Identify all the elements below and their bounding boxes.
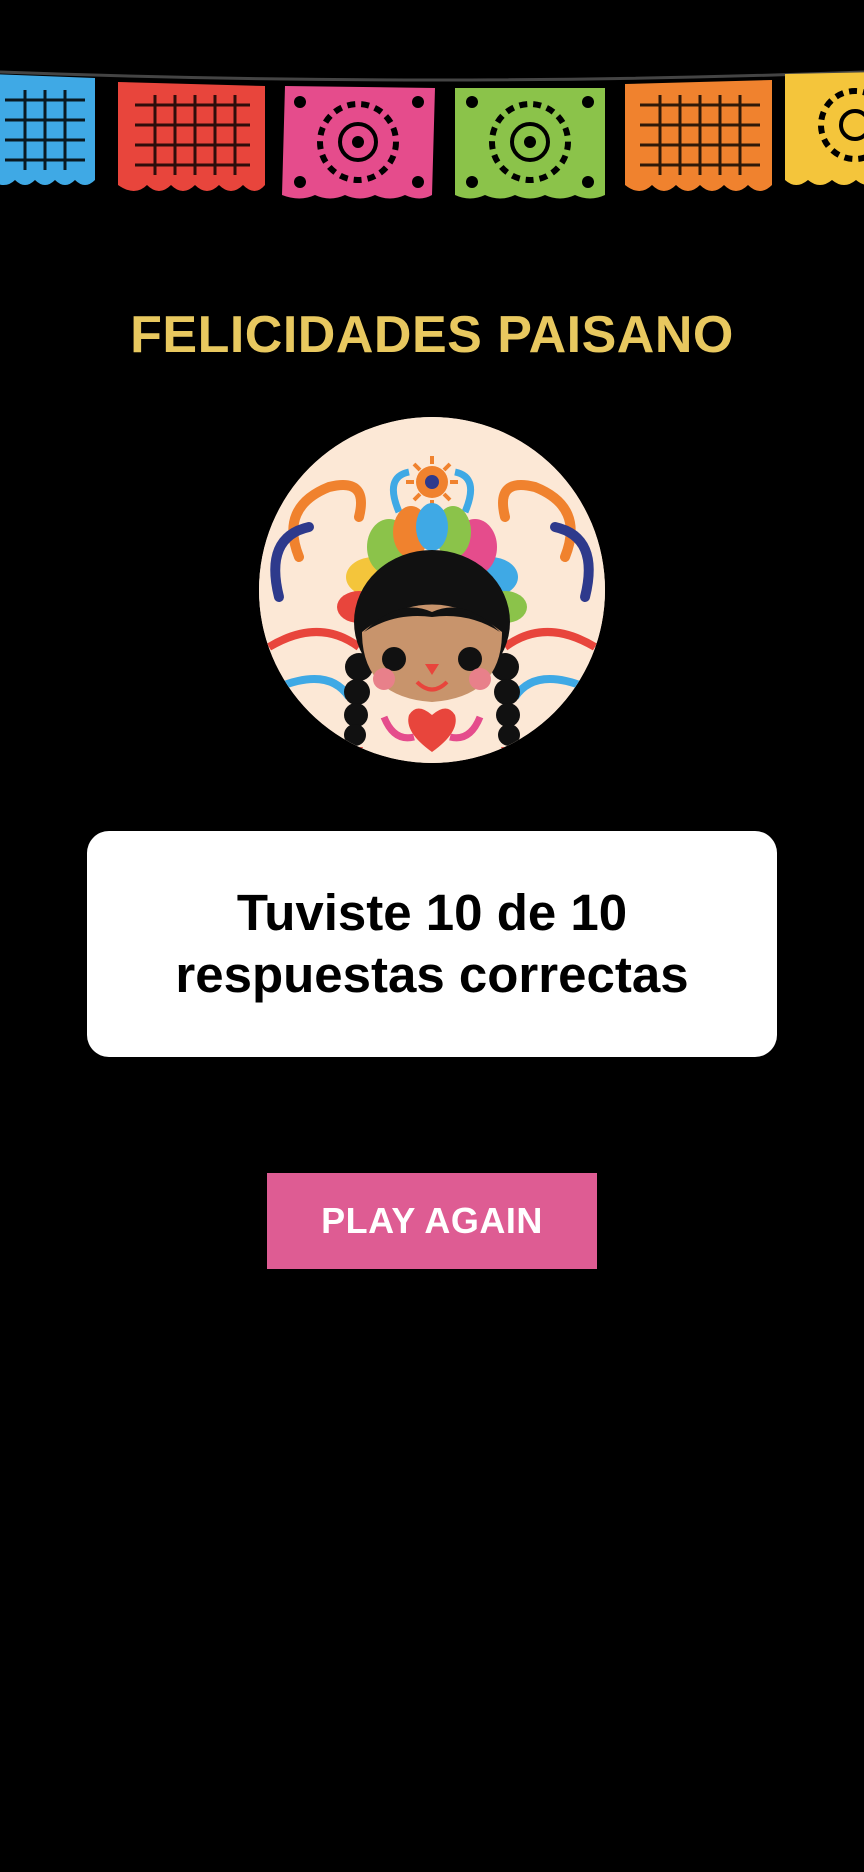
play-again-button[interactable]: PLAY AGAIN: [267, 1173, 597, 1269]
result-text: Tuviste 10 de 10 respuestas correctas: [175, 884, 689, 1003]
papel-picado-flag-green: [455, 88, 605, 199]
papel-picado-flag-red: [118, 82, 265, 191]
papel-picado-banner: [0, 60, 864, 210]
papel-picado-flag-orange: [625, 80, 772, 191]
papel-picado-flag-pink: [282, 86, 435, 199]
papel-picado-flag-yellow: [785, 72, 864, 185]
page-title: FELICIDADES PAISANO: [130, 306, 734, 364]
result-card: Tuviste 10 de 10 respuestas correctas: [87, 831, 777, 1057]
maria-doll-illustration: [259, 417, 605, 763]
papel-picado-flag-blue: [0, 74, 95, 185]
